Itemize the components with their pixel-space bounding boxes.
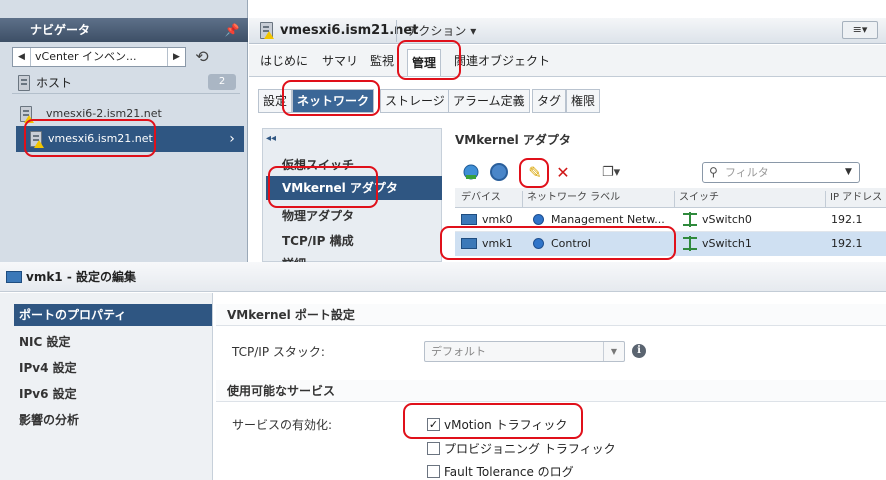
subtab-storage[interactable]: ストレージ [380, 89, 450, 113]
subtab-alarm-definitions[interactable]: アラーム定義 [448, 89, 530, 113]
section-port-settings: VMkernel ポート設定 [216, 304, 886, 326]
fault-tolerance-label: Fault Tolerance のログ [444, 465, 574, 479]
vmotion-checkbox[interactable]: ✓ [427, 418, 440, 431]
host-icon [18, 75, 30, 91]
subnav-tcpip-config[interactable]: TCP/IP 構成 [282, 232, 354, 249]
collapse-icon[interactable]: ◂◂ [266, 133, 276, 144]
col-ip-address[interactable]: IP アドレス [825, 191, 886, 207]
section-available-services: 使用可能なサービス [216, 380, 886, 402]
add-network-icon[interactable] [462, 163, 480, 181]
col-switch[interactable]: スイッチ [674, 191, 719, 207]
hosts-label: ホスト [36, 76, 73, 90]
network-icon [533, 214, 544, 225]
filter-placeholder: フィルタ [725, 166, 769, 179]
subnav-virtual-switches[interactable]: 仮想スイッチ [282, 156, 354, 173]
menu-icon[interactable]: ≡▾ [842, 21, 878, 39]
row-label: Management Netw... [551, 213, 665, 226]
col-device[interactable]: デバイス [457, 191, 501, 207]
subtab-tags[interactable]: タグ [532, 89, 567, 113]
table-row-selected[interactable]: vmk1 Control vSwitch1 192.1 [455, 232, 886, 256]
edit-pencil-icon[interactable]: ✎ [525, 163, 545, 183]
dialog-nav-ipv6-settings[interactable]: IPv6 設定 [19, 385, 77, 402]
dialog-nav-analyze-impact[interactable]: 影響の分析 [19, 411, 79, 428]
subtab-permissions[interactable]: 権限 [566, 89, 601, 113]
chevron-down-icon[interactable]: ▼ [603, 342, 624, 361]
vmkernel-panel-title: VMkernel アダプタ [455, 133, 571, 147]
nav-item-host-2[interactable]: vmesxi6-2.ism21.net [20, 104, 230, 124]
navigator-breadcrumb[interactable]: ◀ vCenter インベン... ▶ [12, 47, 186, 67]
row-switch: vSwitch0 [702, 213, 752, 226]
info-icon[interactable]: i [632, 344, 646, 358]
tab-related-objects[interactable]: 関連オブジェクト [454, 52, 550, 70]
dialog-nav-ipv4-settings[interactable]: IPv4 設定 [19, 359, 77, 376]
subtab-settings[interactable]: 設定 [258, 89, 293, 113]
provisioning-checkbox[interactable] [427, 442, 440, 455]
nav-item-host-selected[interactable]: vmesxi6.ism21.net › [16, 126, 244, 152]
vmkernel-nic-icon [6, 271, 22, 283]
filter-input[interactable]: ⚲ フィルタ ▼ [702, 162, 860, 183]
provisioning-label: プロビジョニング トラフィック [444, 442, 616, 456]
navigator-title: ナビゲータ [0, 18, 248, 42]
back-icon[interactable]: ◀ [13, 48, 31, 66]
tcpip-stack-value: デフォルト [431, 345, 486, 358]
enable-services-label: サービスの有効化: [232, 418, 333, 432]
switch-icon [683, 236, 697, 251]
network-icon [533, 238, 544, 249]
actions-menu-button[interactable]: アクション ▾ [396, 20, 476, 42]
row-label: Control [551, 237, 591, 250]
subtab-networking[interactable]: ネットワーク [292, 89, 375, 113]
subnav-physical-adapters[interactable]: 物理アダプタ [282, 207, 354, 224]
tab-getting-started[interactable]: はじめに [260, 52, 308, 70]
vmkernel-nic-icon [461, 238, 477, 249]
host-warning-icon [30, 131, 44, 148]
dialog-nav-nic-settings[interactable]: NIC 設定 [19, 333, 71, 350]
dialog-title: vmk1 - 設定の編集 [26, 270, 136, 284]
nav-item-label: vmesxi6-2.ism21.net [46, 107, 162, 120]
pin-icon[interactable]: 📌 [224, 22, 240, 38]
tcpip-stack-label: TCP/IP スタック: [232, 345, 325, 359]
chevron-down-icon[interactable]: ▼ [845, 163, 852, 182]
subnav-advanced[interactable]: 詳細 [282, 255, 306, 262]
search-icon: ⚲ [709, 165, 718, 179]
remove-icon[interactable]: ✕ [554, 163, 572, 183]
host-warning-icon [20, 106, 34, 123]
row-ip: 192.1 [831, 213, 863, 226]
tab-manage[interactable]: 管理 [407, 49, 442, 76]
row-device: vmk1 [482, 237, 513, 250]
refresh-icon[interactable] [490, 163, 508, 181]
tcpip-stack-select[interactable]: デフォルト ▼ [424, 341, 625, 362]
history-icon[interactable]: ⟲ [192, 47, 212, 67]
chevron-right-icon[interactable]: › [224, 126, 240, 152]
nav-item-label: vmesxi6.ism21.net [48, 132, 153, 145]
copy-menu-icon[interactable]: ❐▾ [602, 163, 630, 183]
row-device: vmk0 [482, 213, 513, 226]
dialog-nav-port-properties[interactable]: ポートのプロパティ [14, 304, 212, 326]
subnav-vmkernel-adapters[interactable]: VMkernel アダプタ [266, 176, 442, 200]
vmk-table-header [455, 188, 886, 208]
row-switch: vSwitch1 [702, 237, 752, 250]
breadcrumb-label: vCenter インベン... [35, 50, 137, 63]
row-ip: 192.1 [831, 237, 863, 250]
hosts-count-badge: 2 [208, 74, 236, 90]
table-row[interactable]: vmk0 Management Netw... vSwitch0 192.1 [455, 208, 886, 232]
vmotion-label: vMotion トラフィック [444, 418, 568, 432]
forward-icon[interactable]: ▶ [167, 48, 185, 66]
tab-monitor[interactable]: 監視 [370, 52, 394, 70]
switch-icon [683, 212, 697, 227]
fault-tolerance-checkbox[interactable] [427, 465, 440, 478]
host-warning-icon [260, 22, 274, 39]
vmkernel-nic-icon [461, 214, 477, 225]
tab-summary[interactable]: サマリ [322, 52, 358, 70]
col-network-label[interactable]: ネットワーク ラベル [522, 191, 620, 207]
